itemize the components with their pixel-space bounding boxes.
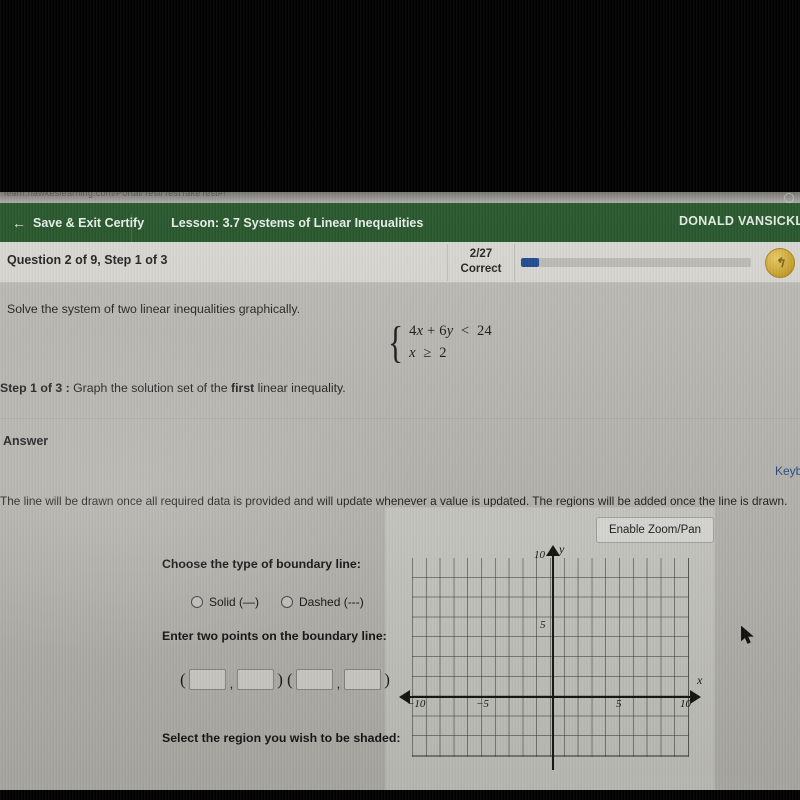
radio-option-dashed[interactable]: Dashed (---) [281,595,364,609]
progress-bar-fill [521,258,540,267]
browser-url-bar[interactable]: learn.hawkeslearning.com/Portal/Test/Tes… [0,192,800,203]
radio-solid-icon[interactable] [191,596,203,608]
step-prefix: Step 1 of 3 : [0,381,70,395]
radio-option-solid[interactable]: Solid (—) [191,595,259,609]
user-name-label[interactable]: DONALD VANSICKLE [679,214,800,228]
top-navigation-bar: ← Save & Exit Certify Lesson: 3.7 System… [0,203,800,253]
enter-points-label: Enter two points on the boundary line: [162,629,387,643]
step-instruction: Step 1 of 3 : Graph the solution set of … [0,381,346,395]
step-text-b: linear inequality. [254,381,346,395]
system-brace: { [387,317,404,367]
save-exit-label: Save & Exit Certify [33,215,145,230]
xtick-neg10: −10 [407,698,426,710]
main-content: Solve the system of two linear inequalit… [0,282,800,790]
photo-of-screen: learn.hawkeslearning.com/Portal/Test/Tes… [0,0,800,800]
lesson-title: Lesson: 3.7 Systems of Linear Inequaliti… [171,215,424,230]
x-axis-label: x [697,673,703,687]
score-box: 2/27 Correct [447,244,515,281]
point1-x-input[interactable] [188,669,226,690]
question-prompt: Solve the system of two linear inequalit… [7,302,300,316]
paren-close-2: ) [384,669,390,689]
graph-grid [412,558,689,757]
xtick-neg5: −5 [476,698,489,710]
inequality-2: x ≥ 2 [409,345,447,361]
radio-dashed-icon[interactable] [281,596,294,608]
step-text-a: Graph the solution set of the [69,381,232,395]
inequality-system: { 4x + 6y < 24 x ≥ 2 [385,317,492,367]
enable-zoom-pan-button[interactable]: Enable Zoom/Pan [596,517,714,543]
point2-y-input[interactable] [344,669,382,690]
step-text-bold: first [231,381,255,395]
paren-open-2: ( [286,669,293,689]
url-text: learn.hawkeslearning.com/Portal/Test/Tes… [4,192,226,198]
boundary-type-label: Choose the type of boundary line: [162,557,361,571]
paren-close-1: ) [277,669,283,689]
x-axis [404,696,696,698]
radio-dashed-label: Dashed (---) [299,595,364,609]
comma-1: , [229,676,234,691]
arrow-left-icon: ← [12,214,26,231]
question-status-bar: Question 2 of 9, Step 1 of 3 2/27 Correc… [0,242,800,283]
keyboard-shortcuts-link[interactable]: Keyboard Shortcuts [775,464,800,478]
tab-circle-icon[interactable] [784,193,794,203]
achievement-badge-icon[interactable]: ↰ [765,248,795,278]
inequality-1: 4x + 6y < 24 [409,323,492,339]
section-divider [0,418,800,419]
select-region-label: Select the region you wish to be shaded: [162,731,401,745]
xtick-pos10: 10 [680,698,691,710]
ytick-pos10: 10 [534,549,545,561]
answer-note: The line will be drawn once all required… [0,494,788,508]
y-axis [552,551,554,770]
question-step-label: Question 2 of 9, Step 1 of 3 [7,253,168,267]
answer-header: Answer [3,434,49,448]
badge-glyph: ↰ [774,255,786,270]
point2-x-input[interactable] [295,669,333,690]
paren-open-1: ( [180,669,186,689]
xtick-pos5: 5 [616,698,622,710]
y-axis-up-arrow-icon [546,545,560,556]
radio-solid-label: Solid (—) [209,595,260,609]
point1-y-input[interactable] [237,669,275,690]
score-count: 2/27 [469,248,493,260]
point-entry-row: ( , ) ( , ) [178,669,392,691]
x-axis-right-arrow-icon [690,690,701,704]
comma-2: , [336,676,341,691]
save-exit-certify-button[interactable]: ← Save & Exit Certify [0,216,144,230]
browser-screen: learn.hawkeslearning.com/Portal/Test/Tes… [0,192,800,790]
ytick-pos5: 5 [540,619,546,631]
score-correct-label: Correct [460,263,502,275]
coordinate-graph[interactable]: x y −10 −5 5 10 10 5 [399,542,702,770]
y-axis-label: y [559,542,565,556]
progress-bar [521,258,751,267]
boundary-type-radio-group: Solid (—) Dashed (---) [191,595,364,609]
